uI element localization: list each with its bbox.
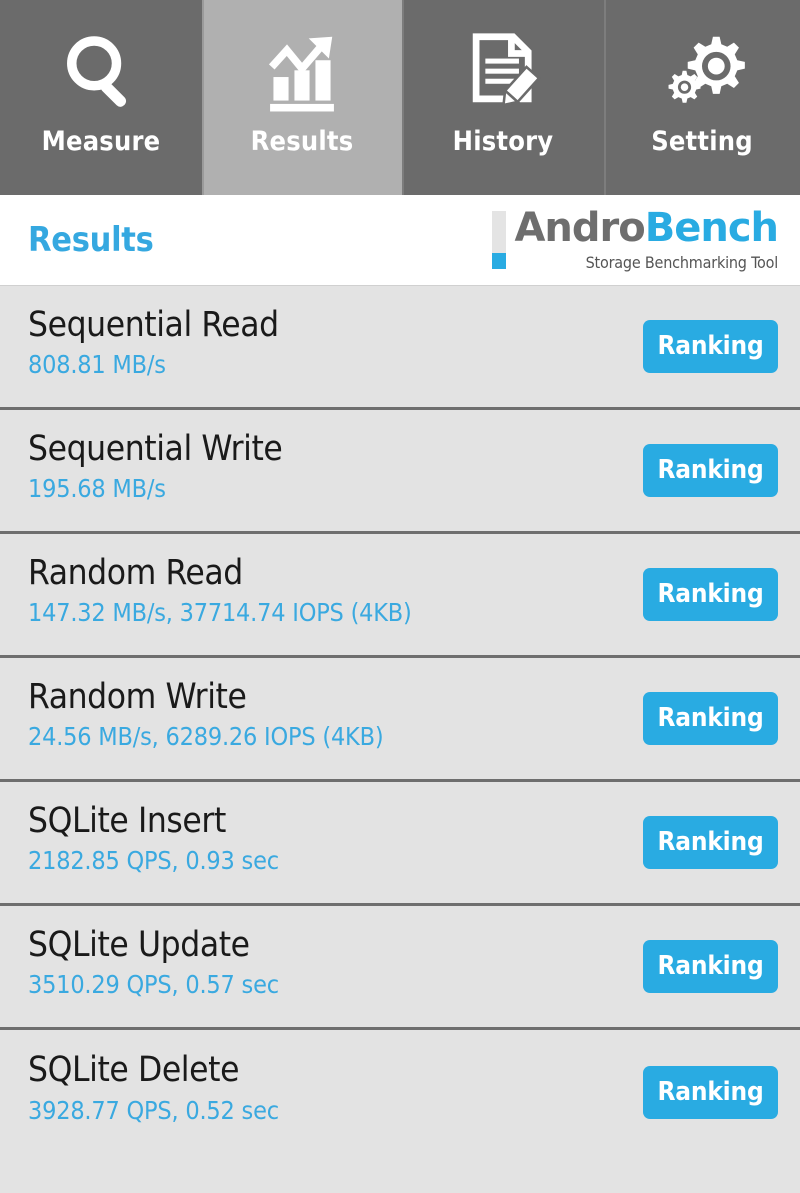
logo-secondary: Bench xyxy=(644,205,779,251)
gears-icon xyxy=(656,22,748,122)
result-value: 24.56 MB/s, 6289.26 IOPS (4KB) xyxy=(28,722,384,752)
magnifier-icon xyxy=(58,22,144,122)
result-title: Random Write xyxy=(28,676,247,717)
result-value: 195.68 MB/s xyxy=(28,474,166,504)
document-pencil-icon xyxy=(461,22,545,122)
table-row: SQLite Insert 2182.85 QPS, 0.93 sec Rank… xyxy=(0,782,800,906)
main-tab-bar: Measure Results History Setting xyxy=(0,0,800,195)
page-header: Results AndroBench Storage Benchmarking … xyxy=(0,195,800,286)
result-value: 2182.85 QPS, 0.93 sec xyxy=(28,846,279,876)
logo-wordmark: AndroBench xyxy=(514,205,779,251)
logo-primary: Andro xyxy=(514,205,645,251)
tab-setting[interactable]: Setting xyxy=(604,0,800,195)
bar-chart-arrow-icon xyxy=(258,22,346,122)
logo-subtitle: Storage Benchmarking Tool xyxy=(585,253,779,272)
androbench-logo: AndroBench Storage Benchmarking Tool xyxy=(492,205,779,272)
result-title: SQLite Update xyxy=(28,924,250,965)
ranking-button[interactable]: Ranking xyxy=(643,444,778,497)
table-row: SQLite Delete 3928.77 QPS, 0.52 sec Rank… xyxy=(0,1030,800,1154)
tab-results-label: Results xyxy=(250,126,354,157)
logo-bar-icon xyxy=(492,211,507,269)
tab-history[interactable]: History xyxy=(402,0,604,195)
table-row: Sequential Read 808.81 MB/s Ranking xyxy=(0,286,800,410)
result-title: Sequential Read xyxy=(28,304,279,345)
androbench-results-screen: Measure Results History Setting Results … xyxy=(0,0,800,1193)
tab-setting-label: Setting xyxy=(651,126,753,157)
ranking-button[interactable]: Ranking xyxy=(643,940,778,993)
tab-results[interactable]: Results xyxy=(202,0,402,195)
table-row: Random Write 24.56 MB/s, 6289.26 IOPS (4… xyxy=(0,658,800,782)
ranking-button[interactable]: Ranking xyxy=(643,568,778,621)
ranking-button[interactable]: Ranking xyxy=(643,692,778,745)
tab-measure-label: Measure xyxy=(41,126,161,157)
tab-measure[interactable]: Measure xyxy=(0,0,202,195)
tab-history-label: History xyxy=(452,126,554,157)
result-value: 808.81 MB/s xyxy=(28,350,166,380)
ranking-button[interactable]: Ranking xyxy=(643,1065,778,1119)
result-value: 3510.29 QPS, 0.57 sec xyxy=(28,970,279,1000)
table-row: Random Read 147.32 MB/s, 37714.74 IOPS (… xyxy=(0,534,800,658)
result-title: SQLite Delete xyxy=(28,1050,240,1091)
page-title: Results xyxy=(28,220,154,260)
result-title: SQLite Insert xyxy=(28,800,226,841)
result-value: 147.32 MB/s, 37714.74 IOPS (4KB) xyxy=(28,598,412,628)
ranking-button[interactable]: Ranking xyxy=(643,816,778,869)
result-title: Sequential Write xyxy=(28,428,283,469)
ranking-button[interactable]: Ranking xyxy=(643,320,778,373)
table-row: SQLite Update 3510.29 QPS, 0.57 sec Rank… xyxy=(0,906,800,1030)
result-title: Random Read xyxy=(28,552,243,593)
results-list: Sequential Read 808.81 MB/s Ranking Sequ… xyxy=(0,286,800,1193)
table-row: Sequential Write 195.68 MB/s Ranking xyxy=(0,410,800,534)
result-value: 3928.77 QPS, 0.52 sec xyxy=(28,1095,279,1125)
